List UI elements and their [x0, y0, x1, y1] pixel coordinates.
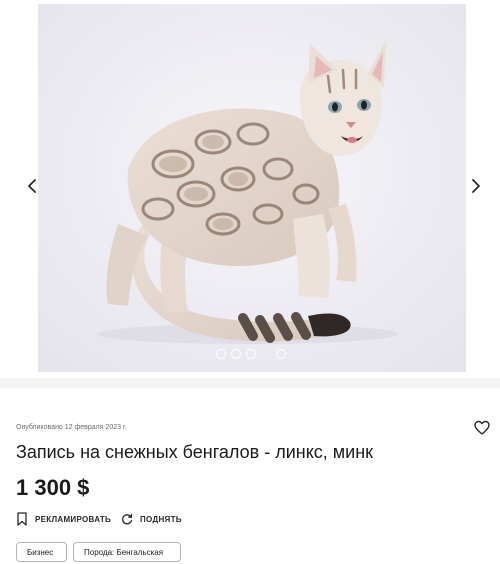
promote-button[interactable]: РЕКЛАМИРОВАТЬ — [16, 512, 111, 526]
listing-title: Запись на снежных бенгалов - линкс, минк — [16, 442, 374, 462]
chevron-right-icon — [472, 179, 480, 193]
photo-gallery — [0, 0, 500, 378]
fullscreen-button[interactable] — [466, 348, 482, 364]
promote-label: РЕКЛАМИРОВАТЬ — [35, 514, 112, 524]
tag-business[interactable]: Бизнес — [16, 542, 67, 562]
gallery-dot[interactable] — [216, 349, 226, 359]
heart-icon — [474, 420, 490, 435]
chevron-left-icon — [28, 179, 36, 193]
section-divider — [0, 378, 500, 388]
refresh-icon — [122, 513, 133, 525]
gallery-next-button[interactable] — [466, 176, 486, 196]
gallery-dot[interactable] — [246, 349, 256, 359]
raise-button[interactable]: ПОДНЯТЬ — [121, 512, 182, 526]
listing-price: 1 300 $ — [16, 475, 90, 500]
gallery-dot[interactable] — [276, 349, 286, 359]
raise-label: ПОДНЯТЬ — [140, 514, 182, 524]
gallery-dot[interactable] — [231, 349, 241, 359]
published-date: Опубликовано 12 февраля 2023 г. — [16, 424, 127, 431]
favorite-button[interactable] — [474, 420, 490, 436]
gallery-prev-button[interactable] — [22, 176, 42, 196]
fullscreen-icon — [466, 348, 482, 364]
bookmark-icon — [17, 512, 27, 526]
tag-breed[interactable]: Порода: Бенгальская — [73, 542, 181, 562]
listing-photo[interactable] — [38, 4, 466, 372]
